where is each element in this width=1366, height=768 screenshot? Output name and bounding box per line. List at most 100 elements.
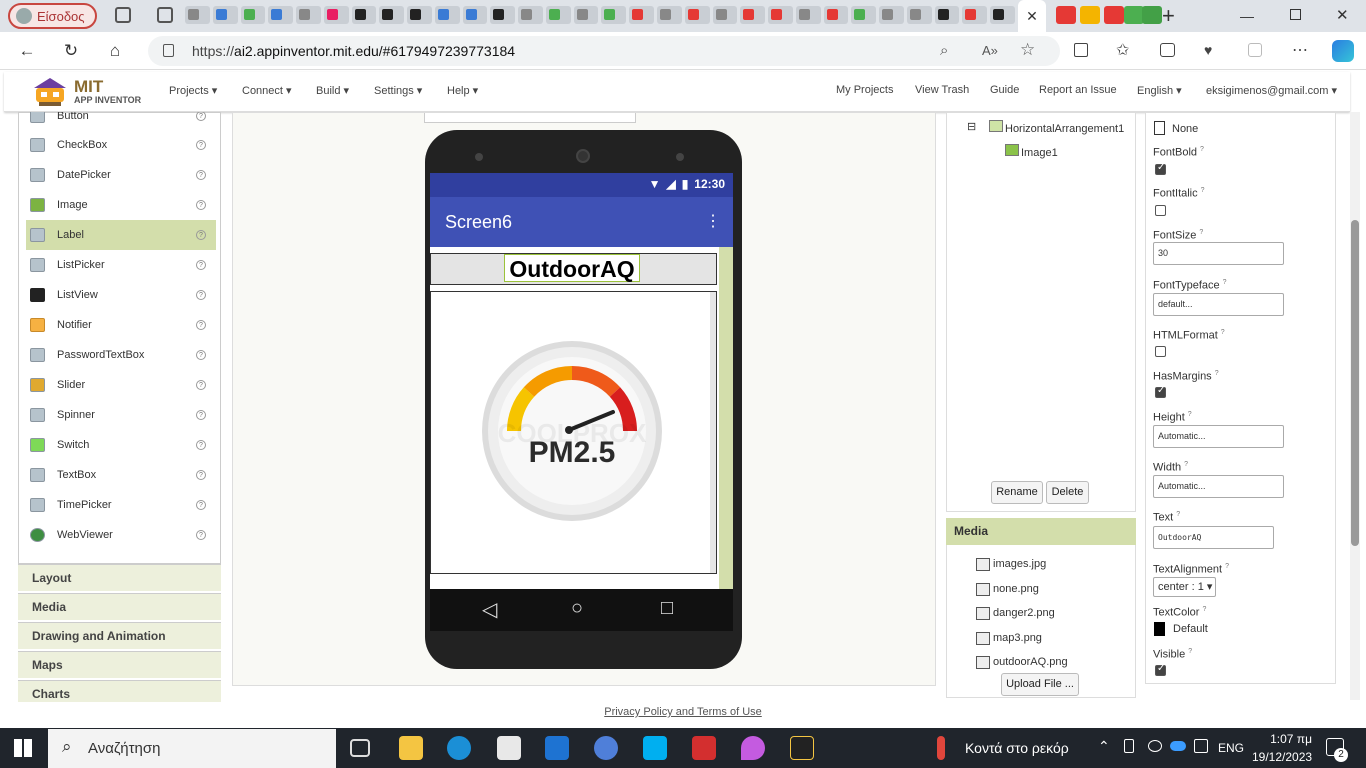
palette-item-spinner[interactable]: Spinner? xyxy=(26,400,216,430)
read-aloud-icon[interactable]: A» xyxy=(982,43,998,58)
tab[interactable] xyxy=(462,6,488,24)
tab[interactable] xyxy=(490,6,516,24)
palette-category-maps[interactable]: Maps xyxy=(18,651,221,678)
tab[interactable] xyxy=(1124,6,1144,24)
tab[interactable] xyxy=(934,6,960,24)
new-tab-button[interactable]: + xyxy=(1162,3,1175,29)
window-close-icon[interactable]: ✕ xyxy=(1336,6,1349,24)
palette-item-passwordtextbox[interactable]: PasswordTextBox? xyxy=(26,340,216,370)
task-view-icon[interactable] xyxy=(350,739,370,757)
split-screen-icon[interactable] xyxy=(1074,43,1088,57)
taskbar-search[interactable]: Αναζήτηση xyxy=(48,729,336,768)
height-input[interactable]: Automatic... xyxy=(1153,425,1284,448)
windows-start-icon[interactable] xyxy=(14,739,32,757)
collections-icon[interactable] xyxy=(1160,43,1175,57)
help-icon[interactable]: ? xyxy=(1200,146,1204,153)
performance-icon[interactable]: ♥ xyxy=(1204,42,1212,58)
media-file[interactable]: map3.png xyxy=(976,632,1042,645)
volume-icon[interactable] xyxy=(1194,739,1208,753)
palette-item-webviewer[interactable]: WebViewer? xyxy=(26,520,216,550)
palette-item-listpicker[interactable]: ListPicker? xyxy=(26,250,216,280)
tab-actions-icon[interactable] xyxy=(157,7,173,23)
menu-build[interactable]: Build ▾ xyxy=(316,84,349,97)
menu-projects[interactable]: Projects ▾ xyxy=(169,84,217,97)
more-options-icon[interactable]: ⋯ xyxy=(1292,40,1308,60)
tab[interactable] xyxy=(434,6,460,24)
collapse-icon[interactable]: ⊟ xyxy=(967,120,976,133)
account-menu[interactable]: eksigimenos@gmail.com ▾ xyxy=(1206,84,1337,97)
tab[interactable] xyxy=(768,6,793,24)
hasmargins-checkbox[interactable] xyxy=(1155,385,1166,398)
palette-item-image[interactable]: Image? xyxy=(26,190,216,220)
palette-category-layout[interactable]: Layout xyxy=(18,564,221,591)
lock-icon[interactable] xyxy=(163,44,174,57)
battery-tray-icon[interactable] xyxy=(1124,739,1134,753)
media-file[interactable]: none.png xyxy=(976,583,1039,596)
menu-connect[interactable]: Connect ▾ xyxy=(242,84,292,97)
copilot-icon[interactable] xyxy=(1332,40,1354,62)
skype-icon[interactable] xyxy=(643,736,667,760)
help-icon[interactable]: ? xyxy=(1225,563,1229,570)
link-my-projects[interactable]: My Projects xyxy=(836,84,893,96)
workspaces-icon[interactable] xyxy=(115,7,131,23)
tab[interactable] xyxy=(601,6,627,24)
tab[interactable] xyxy=(1142,6,1162,24)
palette-item-textbox[interactable]: TextBox? xyxy=(26,460,216,490)
weather-text[interactable]: Κοντά στο ρεκόρ xyxy=(965,740,1069,756)
help-icon[interactable]: ? xyxy=(196,112,206,121)
tab[interactable] xyxy=(795,6,821,24)
favorites-icon[interactable]: ✩ xyxy=(1116,40,1129,60)
help-icon[interactable]: ? xyxy=(196,290,206,300)
tab[interactable] xyxy=(906,6,932,24)
upload-file-button[interactable]: Upload File ... xyxy=(1001,673,1079,696)
help-icon[interactable]: ? xyxy=(196,380,206,390)
help-icon[interactable]: ? xyxy=(196,260,206,270)
help-icon[interactable]: ? xyxy=(196,530,206,540)
palette-item-label[interactable]: Label? xyxy=(26,220,216,250)
reload-icon[interactable]: ↻ xyxy=(60,40,82,62)
delete-button[interactable]: Delete xyxy=(1046,481,1089,504)
help-icon[interactable]: ? xyxy=(1176,511,1180,518)
network-icon[interactable] xyxy=(1148,740,1162,752)
palette-item-listview[interactable]: ListView? xyxy=(26,280,216,310)
help-icon[interactable]: ? xyxy=(1215,370,1219,377)
fontitalic-checkbox[interactable] xyxy=(1155,205,1166,216)
page-scrollbar-thumb[interactable] xyxy=(1351,220,1359,546)
overflow-menu-icon[interactable]: ⋮ xyxy=(705,197,721,247)
image-component[interactable]: PM2.5 COOLPROX xyxy=(430,291,717,574)
nav-recent-icon[interactable]: □ xyxy=(661,597,673,620)
acrobat-icon[interactable] xyxy=(692,736,716,760)
url-input[interactable]: https://ai2.appinventor.mit.edu/#6179497… xyxy=(148,36,1060,66)
label-component[interactable]: OutdoorAQ xyxy=(504,254,640,282)
help-icon[interactable]: ? xyxy=(1223,279,1227,286)
store-icon[interactable] xyxy=(497,736,521,760)
media-file[interactable]: danger2.png xyxy=(976,607,1055,620)
palette-item-switch[interactable]: Switch? xyxy=(26,430,216,460)
textcolor-value[interactable]: Default xyxy=(1173,623,1208,635)
tab[interactable] xyxy=(740,6,766,24)
link-guide[interactable]: Guide xyxy=(990,84,1019,96)
media-file[interactable]: images.jpg xyxy=(976,558,1046,571)
language-indicator[interactable]: ENG xyxy=(1218,741,1244,755)
tab[interactable] xyxy=(629,6,655,24)
help-icon[interactable]: ? xyxy=(196,200,206,210)
help-icon[interactable]: ? xyxy=(1201,187,1205,194)
back-icon[interactable]: ← xyxy=(16,40,38,62)
app-icon[interactable] xyxy=(790,736,814,760)
palette-category-drawing[interactable]: Drawing and Animation xyxy=(18,622,221,649)
textcolor-swatch[interactable] xyxy=(1154,622,1165,636)
tree-node-image1[interactable]: Image1 xyxy=(1021,147,1058,159)
zoom-icon[interactable]: ⌕ xyxy=(940,42,948,59)
fontbold-checkbox[interactable] xyxy=(1155,162,1166,175)
tab[interactable] xyxy=(1104,6,1124,24)
maximize-icon[interactable] xyxy=(1290,9,1301,20)
nav-back-icon[interactable]: ◁ xyxy=(482,597,497,622)
tab[interactable] xyxy=(351,6,377,24)
width-input[interactable]: Automatic... xyxy=(1153,475,1284,498)
tab[interactable] xyxy=(379,6,405,24)
tab[interactable] xyxy=(545,6,571,24)
chrome-icon[interactable] xyxy=(594,736,618,760)
nav-home-icon[interactable]: ○ xyxy=(571,597,583,620)
palette-item-timepicker[interactable]: TimePicker? xyxy=(26,490,216,520)
mail-icon[interactable] xyxy=(545,736,569,760)
